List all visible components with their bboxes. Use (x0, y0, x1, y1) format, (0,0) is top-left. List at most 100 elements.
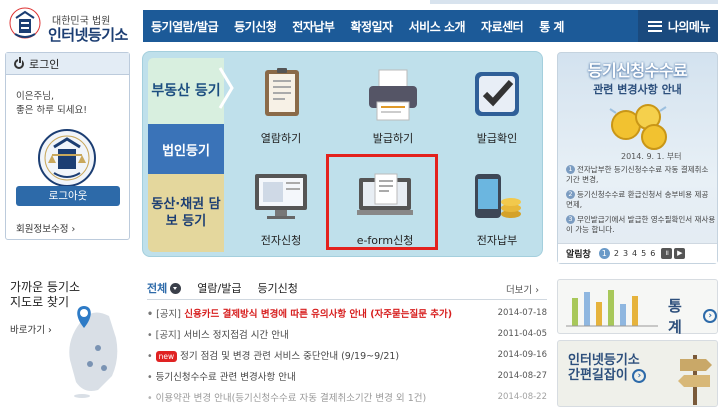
printer-icon (369, 69, 417, 121)
notice-prefix: [공지] (156, 309, 181, 320)
chevron-down-icon (170, 282, 182, 294)
chevron-right-icon: › (71, 224, 76, 235)
tab-movable-collateral[interactable]: 동산·채권 담보 등기 (148, 174, 224, 252)
tab-corporate[interactable]: 법인등기 (148, 124, 224, 174)
promo-point-1-text: 전자납부한 등기신청수수료 자동 결제취소 기간 변경, (566, 165, 709, 184)
quick-issue-verify[interactable]: 발급확인 (453, 66, 541, 146)
court-seal-icon (9, 7, 41, 39)
chevron-right-icon: › (703, 309, 717, 323)
member-info-link[interactable]: 회원정보수정 › (16, 221, 75, 235)
signpost-icon (678, 355, 712, 405)
more-label: 더보기 (505, 285, 533, 296)
notice-title-text: 신용카드 결제방식 변경에 따른 유의사항 안내 (자주묻는질문 추가) (184, 309, 453, 320)
guide-title-2: 간편길잡이 (568, 368, 628, 383)
notice-date: 2014-09-16 (497, 350, 547, 360)
quick-e-payment-label: 전자납부 (476, 234, 518, 247)
quick-view-label: 열람하기 (260, 132, 302, 145)
carousel-page-5[interactable]: 5 (641, 249, 646, 258)
notice-row[interactable]: • 등기신청수수료 관련 변경사항 안내 2014-08-27 (147, 366, 547, 386)
quick-e-payment[interactable]: 전자납부 (453, 168, 541, 248)
notice-row[interactable]: • 이용약관 변경 안내(등기신청수수료 자동 결제취소기간 변경 외 1건) 20… (147, 387, 547, 407)
quick-view[interactable]: 열람하기 (237, 66, 325, 146)
promo-banner[interactable]: 등기신청수수료 관련 변경사항 안내 2014. 9. 1. 부터 1 전자납부한… (557, 52, 718, 264)
tab-view-issue[interactable]: 열람/발급 (197, 280, 241, 296)
nearby-registry: 가까운 등기소 지도로 찾기 바로가기 › (10, 280, 130, 400)
carousel-page-6[interactable]: 6 (650, 249, 655, 258)
tab-real-estate[interactable]: 부동산 등기 (148, 58, 224, 124)
promo-point-2: 2 등기신청수수료 환급신청서 송부비용 제공 면제, (566, 190, 716, 210)
stats-banner[interactable]: 통 계 › (557, 279, 718, 337)
bullet-icon: • (147, 372, 153, 383)
pause-icon[interactable]: ॥ (661, 248, 673, 259)
promo-subtitle: 관련 변경사항 안내 (593, 83, 682, 96)
nav-registration[interactable]: 등기신청 (226, 18, 284, 35)
promo-point-3: 3 무인발급기에서 발급한 영수필확인서 재사용이 가능 합니다. (566, 215, 716, 235)
notice-title-text: 정기 점검 및 변경 관련 서비스 중단안내 (9/19~9/21) (180, 351, 400, 362)
stats-title-wrap: 통 계 › (668, 295, 717, 337)
nav-confirmed-date[interactable]: 확정일자 (342, 18, 400, 35)
login-box: 로그인 이은주님, 좋은 하루 되세요! 로그아웃 회원정보수정 › (5, 52, 130, 240)
korea-map-icon[interactable] (54, 298, 132, 398)
document-view-icon (265, 68, 299, 116)
nearby-go-link[interactable]: 바로가기 › (10, 322, 52, 336)
my-menu-button[interactable]: 나의메뉴 (637, 10, 718, 42)
carousel-controls: 알림창 1 2 3 4 5 6 ॥ ▶ (558, 243, 717, 263)
nearby-go-label: 바로가기 (10, 325, 45, 336)
member-info-label: 회원정보수정 (16, 224, 69, 235)
highlight-box (326, 154, 438, 250)
my-menu-label: 나의메뉴 (667, 19, 711, 34)
notice-row[interactable]: • [공지] 신용카드 결제방식 변경에 따른 유의사항 안내 (자주묻는질문 추… (147, 303, 547, 323)
guide-banner[interactable]: 인터넷등기소 간편길잡이 › (557, 340, 718, 407)
notice-prefix: [공지] (155, 330, 181, 341)
site-title: 인터넷등기소 (48, 26, 128, 44)
global-nav: 등기열람/발급 등기신청 전자납부 확정일자 서비스 소개 자료센터 통 계 나… (143, 10, 718, 42)
quick-e-apply[interactable]: 전자신청 (237, 168, 325, 248)
notice-row[interactable]: • new 정기 점검 및 변경 관련 서비스 중단안내 (9/19~9/21) 20… (147, 345, 547, 365)
notice-title[interactable]: • 등기신청수수료 관련 변경사항 안내 (147, 369, 487, 383)
quick-e-apply-label: 전자신청 (260, 234, 302, 247)
notice-date: 2011-04-05 (497, 329, 547, 339)
logout-button[interactable]: 로그아웃 (16, 186, 120, 206)
notice-row[interactable]: • [공지] 서비스 정지접검 시간 안내 2011-04-05 (147, 324, 547, 344)
carousel-page-4[interactable]: 4 (632, 249, 637, 258)
promo-point-2-text: 등기신청수수료 환급신청서 송부비용 제공 면제, (566, 190, 709, 209)
notice-title[interactable]: • new 정기 점검 및 변경 관련 서비스 중단안내 (9/19~9/21) (147, 348, 487, 362)
notice-title[interactable]: • 이용약관 변경 안내(등기신청수수료 자동 결제취소기간 변경 외 1건) (147, 390, 487, 404)
notice-date: 2014-08-22 (497, 392, 547, 402)
hamburger-icon (647, 20, 662, 32)
site-logo[interactable]: 대한민국 법원 인터넷등기소 (8, 6, 140, 44)
more-link[interactable]: 더보기 › (506, 282, 539, 296)
tab-all[interactable]: 전체 (147, 280, 182, 296)
notice-title[interactable]: • [공지] 서비스 정지접검 시간 안내 (147, 327, 487, 341)
bullet-icon: • (147, 393, 153, 404)
play-icon[interactable]: ▶ (674, 248, 686, 259)
greeting-message: 좋은 하루 되세요! (16, 105, 88, 116)
nav-e-payment[interactable]: 전자납부 (284, 18, 342, 35)
notice-title-text: 등기신청수수료 관련 변경사항 안내 (155, 372, 296, 383)
nav-statistics[interactable]: 통 계 (531, 18, 572, 35)
notice-date: 2014-08-27 (497, 371, 547, 381)
notice-title[interactable]: • [공지] 신용카드 결제방식 변경에 따른 유의사항 안내 (자주묻는질문 추… (147, 306, 487, 320)
notice-board: 전체 열람/발급 등기신청 더보기 › • [공지] 신용카드 결제방식 변경에 … (147, 279, 547, 407)
new-badge: new (155, 351, 178, 362)
quick-issue-verify-label: 발급확인 (476, 132, 518, 145)
top-utility-bar (430, 0, 718, 4)
nav-resource-center[interactable]: 자료센터 (473, 18, 531, 35)
check-icon (475, 72, 519, 116)
notice-title-text: 서비스 정지접검 시간 안내 (183, 330, 289, 341)
login-title: 로그인 (29, 57, 60, 71)
bar-chart-icon (566, 290, 658, 327)
chevron-right-icon: › (632, 368, 647, 383)
nav-view-issue[interactable]: 등기열람/발급 (143, 18, 226, 35)
power-icon (14, 56, 24, 69)
tab-registration[interactable]: 등기신청 (257, 280, 297, 296)
promo-point-3-text: 무인발급기에서 발급한 영수필확인서 재사용이 가능 합니다. (566, 215, 716, 234)
guide-title-1: 인터넷등기소 (568, 353, 640, 368)
bullet-icon: • (147, 330, 153, 341)
carousel-page-1[interactable]: 1 (598, 248, 610, 259)
carousel-page-3[interactable]: 3 (623, 249, 628, 258)
promo-date: 2014. 9. 1. 부터 (621, 152, 682, 161)
carousel-page-2[interactable]: 2 (614, 249, 619, 258)
nav-service-intro[interactable]: 서비스 소개 (401, 18, 473, 35)
quick-issue[interactable]: 발급하기 (349, 66, 437, 146)
